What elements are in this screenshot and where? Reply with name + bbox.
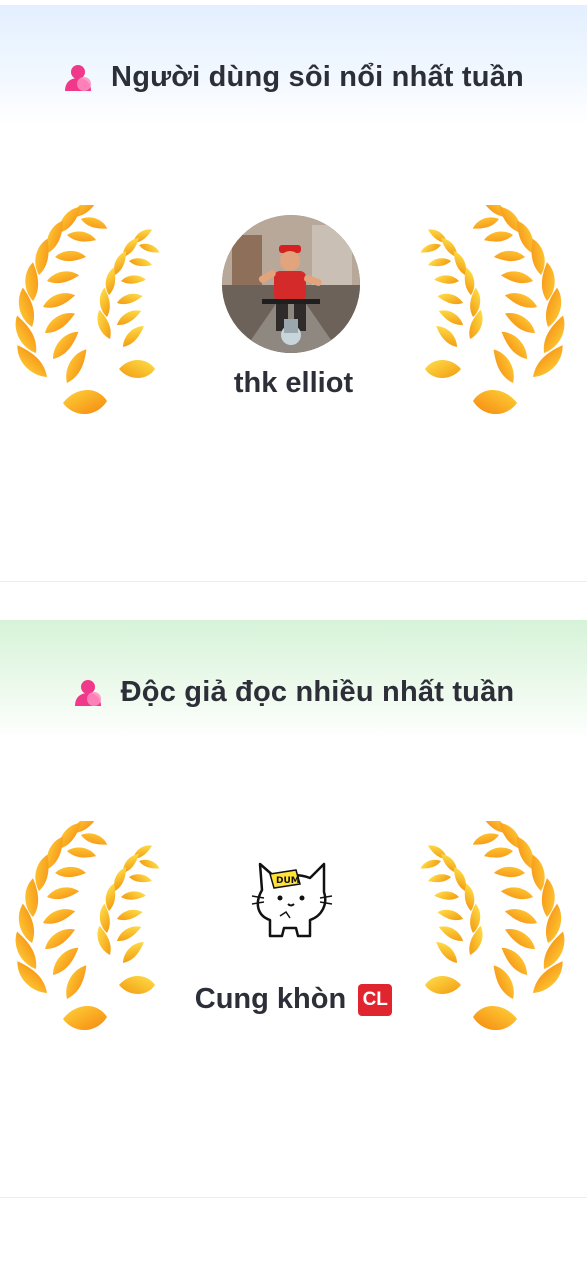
section-header: Độc giả đọc nhiều nhất tuần (0, 620, 587, 740)
avatar-photo (222, 215, 360, 353)
section-divider (0, 1197, 587, 1198)
cl-badge: CL (358, 984, 393, 1016)
user-icon (65, 64, 92, 91)
avatar[interactable] (222, 215, 360, 353)
svg-text:DUM: DUM (276, 876, 300, 886)
section-header-inner: Độc giả đọc nhiều nhất tuần (0, 676, 587, 709)
section-title: Người dùng sôi nổi nhất tuần (111, 61, 524, 93)
winner-username[interactable]: thk elliot (0, 367, 587, 400)
section-header-inner: Người dùng sôi nổi nhất tuần (0, 61, 587, 94)
top-active-user-card: Người dùng sôi nổi nhất tuần thk elliot (0, 0, 587, 582)
section-header: Người dùng sôi nổi nhất tuần (0, 5, 587, 125)
section-title: Độc giả đọc nhiều nhất tuần (120, 676, 515, 708)
avatar[interactable]: DUM (240, 850, 344, 954)
cat-sticker-avatar: DUM (251, 862, 333, 938)
section-divider (0, 581, 587, 582)
user-icon (74, 679, 101, 706)
winner-username-row[interactable]: Cung khòn CL (0, 983, 587, 1016)
winner-username[interactable]: Cung khòn (195, 983, 346, 1015)
top-reader-card: Độc giả đọc nhiều nhất tuần DUM Cung khò… (0, 620, 587, 1202)
